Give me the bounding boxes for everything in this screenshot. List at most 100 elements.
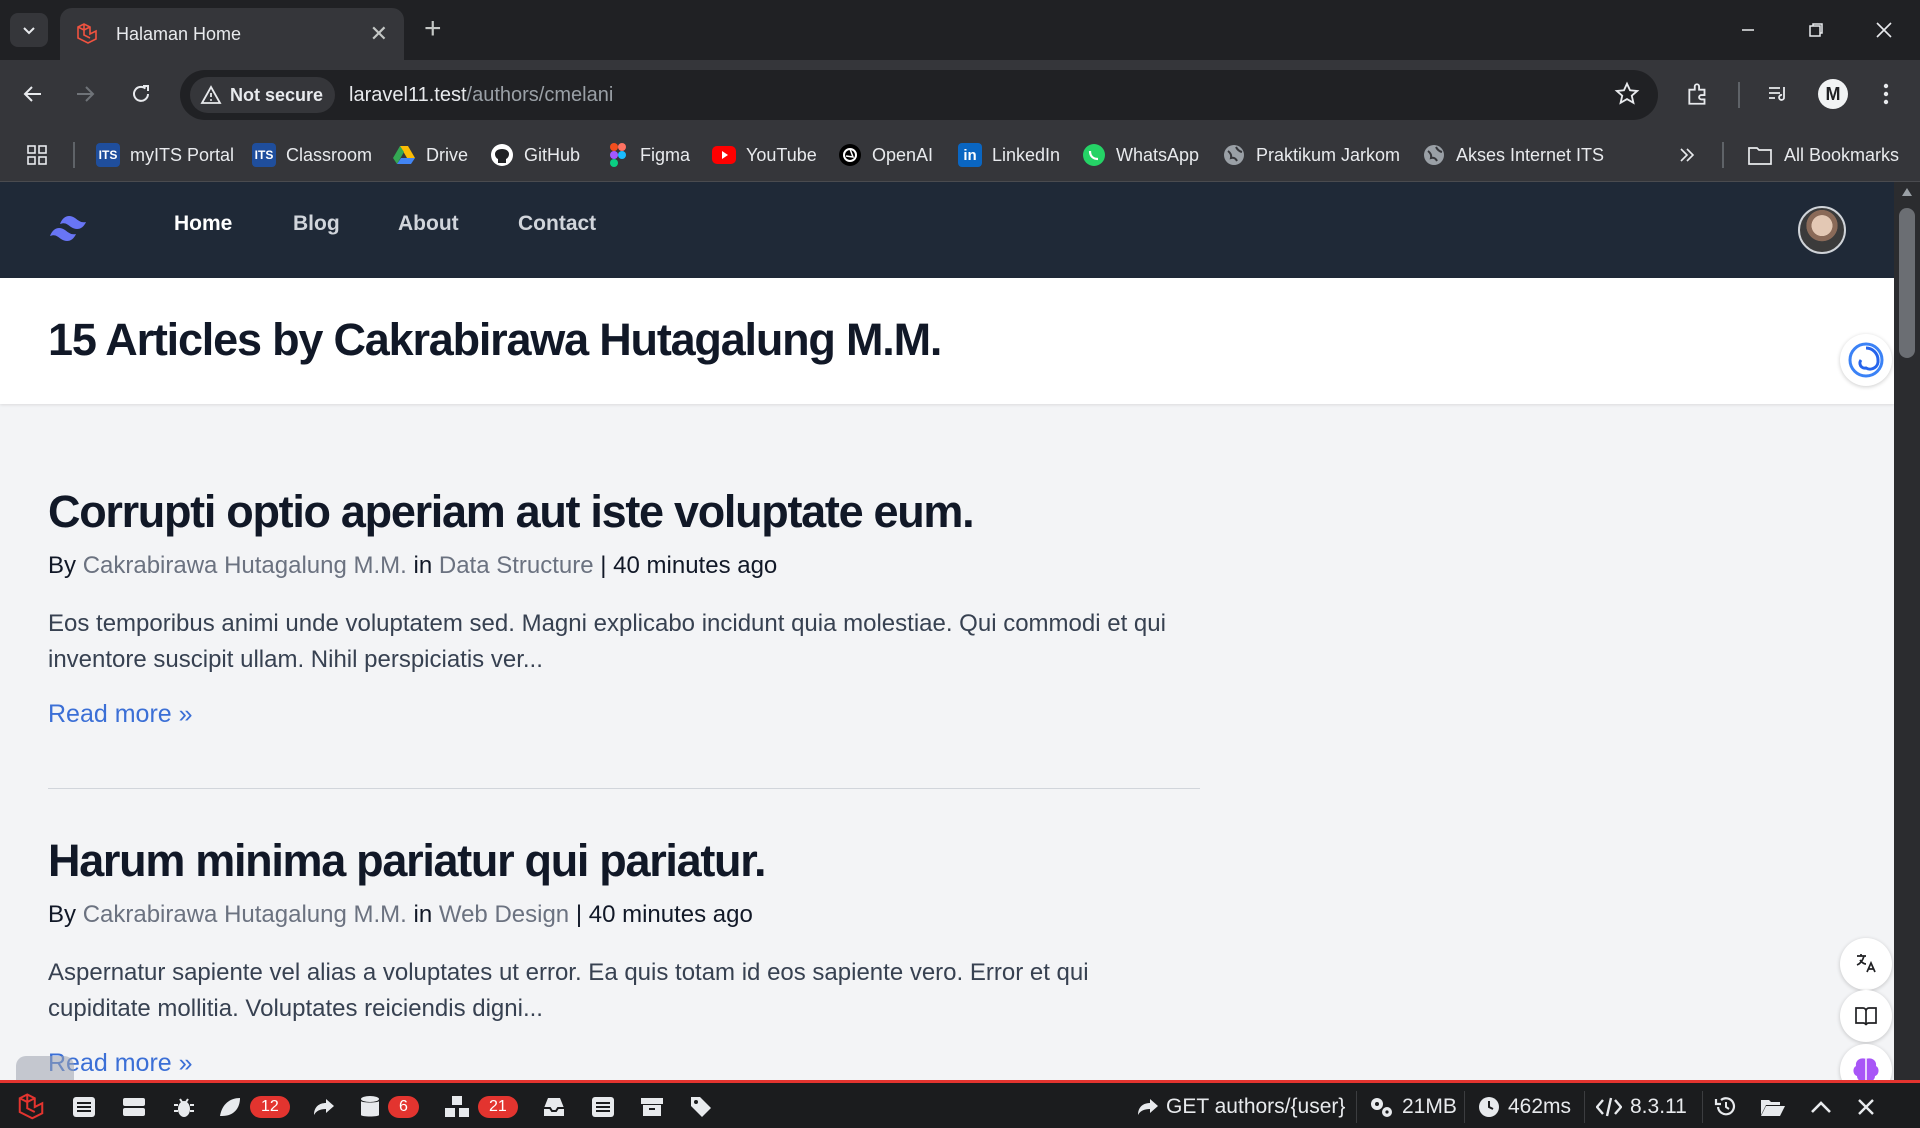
- its-icon: ITS: [252, 143, 276, 167]
- security-chip[interactable]: Not secure: [190, 77, 336, 113]
- menu-button[interactable]: [1868, 76, 1904, 112]
- route-tab[interactable]: [312, 1092, 336, 1122]
- open-handler-button[interactable]: [1760, 1092, 1786, 1122]
- bookmark-drive[interactable]: Drive: [392, 140, 468, 170]
- media-controls-button[interactable]: [1760, 76, 1796, 112]
- nav-contact-link[interactable]: Contact: [518, 212, 596, 236]
- debugbar-divider: [1702, 1091, 1703, 1123]
- bookmark-praktikum-jarkom[interactable]: Praktikum Jarkom: [1222, 140, 1400, 170]
- list-icon: [73, 1097, 95, 1117]
- restore-icon: [1809, 23, 1823, 37]
- timeline-tab[interactable]: [122, 1092, 146, 1122]
- bookmark-github[interactable]: GitHub: [490, 140, 580, 170]
- by-label: By: [48, 552, 77, 579]
- by-label: By: [48, 901, 77, 928]
- scroll-up-arrow-icon[interactable]: [1902, 188, 1912, 196]
- floating-tool-chip[interactable]: [16, 1056, 74, 1080]
- read-more-link[interactable]: Read more »: [48, 700, 193, 729]
- gate-tab[interactable]: [591, 1092, 615, 1122]
- restore-button[interactable]: [1794, 12, 1838, 48]
- bookmark-classroom[interactable]: ITS Classroom: [252, 140, 372, 170]
- leaf-icon: [220, 1098, 240, 1116]
- history-button[interactable]: [1714, 1092, 1738, 1122]
- url-path: /authors/cmelani: [466, 83, 614, 106]
- bookmark-star-icon[interactable]: [1614, 81, 1640, 112]
- session-tab[interactable]: [640, 1092, 664, 1122]
- author-link[interactable]: Cakrabirawa Hutagalung M.M.: [83, 552, 407, 579]
- reload-button[interactable]: [123, 76, 159, 112]
- page-scrollbar[interactable]: [1894, 182, 1920, 1080]
- ai-assistant-button[interactable]: [1840, 334, 1892, 386]
- more-bookmarks-button[interactable]: [1678, 140, 1696, 170]
- list-icon: [592, 1097, 614, 1117]
- tab-close-icon[interactable]: ✕: [370, 23, 388, 45]
- youtube-icon: [712, 143, 736, 167]
- meta-separator: |: [575, 901, 583, 928]
- article-title[interactable]: Corrupti optio aperiam aut iste voluptat…: [48, 484, 1200, 540]
- cubes-icon: [445, 1096, 469, 1117]
- globe-icon: [1422, 143, 1446, 167]
- translate-button[interactable]: [1840, 938, 1892, 990]
- laravel-debugbar: 12 6 21 GET authors/{user} 21MB 462ms 8.…: [0, 1080, 1920, 1128]
- bookmark-whatsapp[interactable]: WhatsApp: [1082, 140, 1199, 170]
- bookmark-figma[interactable]: Figma: [606, 140, 690, 170]
- user-avatar[interactable]: [1798, 206, 1846, 254]
- models-tab[interactable]: 21: [444, 1092, 518, 1122]
- ai-brain-button[interactable]: [1840, 1044, 1892, 1080]
- close-debugbar-button[interactable]: [1856, 1092, 1876, 1122]
- brain-icon: [1853, 1058, 1879, 1080]
- memory-label: 21MB: [1402, 1095, 1457, 1118]
- memory-info: 21MB: [1368, 1092, 1457, 1122]
- browser-tab-bar: Halaman Home ✕ +: [0, 0, 1920, 60]
- address-bar[interactable]: Not secure laravel11.test/authors/cmelan…: [180, 70, 1658, 120]
- article-time: 40 minutes ago: [613, 552, 778, 579]
- scrollbar-thumb[interactable]: [1899, 208, 1915, 358]
- bookmark-openai[interactable]: OpenAI: [838, 140, 933, 170]
- all-bookmarks-label: All Bookmarks: [1784, 144, 1900, 165]
- laravel-logo-icon[interactable]: [16, 1092, 46, 1122]
- request-tab[interactable]: [689, 1092, 713, 1122]
- back-button[interactable]: [15, 76, 51, 112]
- close-window-button[interactable]: [1862, 12, 1906, 48]
- new-tab-button[interactable]: +: [424, 14, 442, 44]
- reload-icon: [133, 85, 149, 102]
- minimize-button[interactable]: [1726, 12, 1770, 48]
- queries-tab[interactable]: 6: [360, 1092, 419, 1122]
- time-label: 462ms: [1508, 1095, 1572, 1118]
- extensions-button[interactable]: [1680, 76, 1716, 112]
- bookmark-akses-internet-its[interactable]: Akses Internet ITS: [1422, 140, 1604, 170]
- bookmark-myits-portal[interactable]: ITS myITS Portal: [96, 140, 234, 170]
- forward-button[interactable]: [67, 76, 103, 112]
- all-bookmarks-button[interactable]: All Bookmarks: [1748, 140, 1899, 170]
- bookmark-linkedin[interactable]: in LinkedIn: [958, 140, 1060, 170]
- category-link[interactable]: Web Design: [439, 901, 569, 928]
- bookmark-label: Praktikum Jarkom: [1256, 144, 1401, 165]
- mails-tab[interactable]: [542, 1092, 566, 1122]
- browser-toolbar: Not secure laravel11.test/authors/cmelan…: [0, 60, 1920, 128]
- article-time: 40 minutes ago: [588, 901, 753, 928]
- reader-button[interactable]: [1840, 990, 1892, 1042]
- messages-tab[interactable]: [72, 1092, 96, 1122]
- minimize-icon: [1742, 29, 1754, 31]
- php-version-label: 8.3.11: [1630, 1095, 1687, 1118]
- views-tab[interactable]: 12: [218, 1092, 290, 1122]
- article-title[interactable]: Harum minima pariatur qui pariatur.: [48, 833, 1200, 889]
- bookmark-label: myITS Portal: [130, 144, 235, 165]
- nav-about-link[interactable]: About: [398, 212, 459, 236]
- nav-home-link[interactable]: Home: [174, 212, 232, 236]
- nav-blog-link[interactable]: Blog: [293, 212, 340, 236]
- exceptions-tab[interactable]: [172, 1092, 196, 1122]
- active-tab[interactable]: Halaman Home ✕: [60, 8, 404, 60]
- bookmarks-divider: [1722, 142, 1724, 168]
- tailwind-logo-icon[interactable]: [48, 212, 98, 249]
- database-icon: [361, 1096, 379, 1117]
- category-link[interactable]: Data Structure: [439, 552, 594, 579]
- article-excerpt: Eos temporibus animi unde voluptatem sed…: [48, 610, 1166, 673]
- profile-avatar[interactable]: M: [1818, 79, 1848, 109]
- apps-button[interactable]: [26, 140, 48, 170]
- tab-search-button[interactable]: [10, 13, 48, 47]
- author-link[interactable]: Cakrabirawa Hutagalung M.M.: [83, 901, 407, 928]
- bookmark-youtube[interactable]: YouTube: [712, 140, 817, 170]
- maximize-debugbar-button[interactable]: [1810, 1092, 1832, 1122]
- arrow-right-icon: [77, 86, 95, 102]
